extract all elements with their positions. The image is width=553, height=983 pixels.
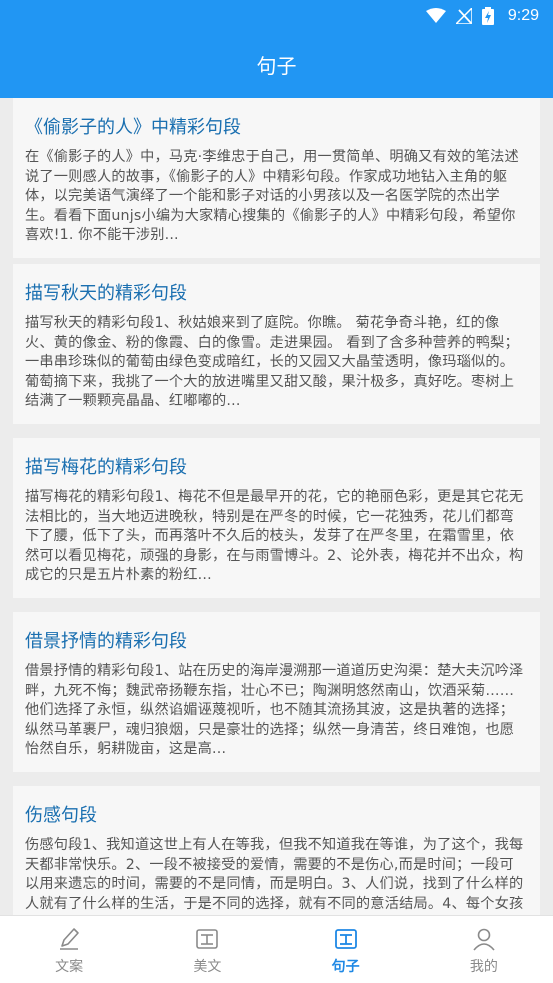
sentence-icon: [333, 926, 359, 956]
card-summary: 描写梅花的精彩句段1、梅花不但是最早开的花，它的艳丽色彩，更是其它花无法相比的，…: [25, 489, 524, 583]
list-item[interactable]: 《偷影子的人》中精彩句段 在《偷影子的人》中，马克·李维忠于自己，用一贯简单、明…: [13, 98, 540, 258]
card-title: 描写秋天的精彩句段: [25, 283, 187, 304]
page-title: 句子: [256, 54, 297, 78]
tab-profile[interactable]: 我的: [415, 916, 553, 983]
card-title: 借景抒情的精彩句段: [25, 631, 187, 652]
pen-icon: [56, 926, 82, 956]
sentence-list[interactable]: 《偷影子的人》中精彩句段 在《偷影子的人》中，马克·李维忠于自己，用一贯简单、明…: [0, 98, 553, 915]
tab-label: 我的: [469, 959, 498, 975]
signal-off-icon: [455, 8, 472, 24]
wifi-icon: [425, 8, 446, 24]
tab-essays[interactable]: 美文: [138, 916, 276, 983]
card-summary: 伤感句段1、我知道这世上有人在等我，但我不知道我在等谁，为了这个，我每天都非常快…: [25, 837, 524, 912]
bottom-tab-bar: 文案 美文 句子 我的: [0, 915, 553, 983]
list-item[interactable]: 描写梅花的精彩句段 描写梅花的精彩句段1、梅花不但是最早开的花，它的艳丽色彩，更…: [13, 438, 540, 598]
list-item[interactable]: 描写秋天的精彩句段 描写秋天的精彩句段1、秋姑娘来到了庭院。你瞧。 菊花争奇斗艳…: [13, 264, 540, 424]
card-title: 描写梅花的精彩句段: [25, 457, 187, 478]
app-bar: 9:29 句子: [0, 0, 553, 98]
status-time: 9:29: [507, 7, 539, 24]
tab-label: 文案: [55, 959, 84, 975]
article-icon: [194, 926, 220, 956]
card-title: 伤感句段: [25, 805, 97, 826]
status-bar: 9:29: [0, 0, 553, 32]
list-item[interactable]: 借景抒情的精彩句段 借景抒情的精彩句段1、站在历史的海岸漫溯那一道道历史沟渠：楚…: [13, 612, 540, 772]
card-summary: 借景抒情的精彩句段1、站在历史的海岸漫溯那一道道历史沟渠：楚大夫沉吟泽畔，九死不…: [25, 663, 524, 757]
card-summary: 描写秋天的精彩句段1、秋姑娘来到了庭院。你瞧。 菊花争奇斗艳，红的像火、黄的像金…: [25, 315, 519, 409]
card-summary: 在《偷影子的人》中，马克·李维忠于自己，用一贯简单、明确又有效的笔法述说了一则感…: [25, 149, 519, 243]
tab-label: 句子: [331, 959, 360, 975]
tab-copywriting[interactable]: 文案: [0, 916, 138, 983]
battery-charging-icon: [481, 7, 494, 25]
list-item[interactable]: 伤感句段 伤感句段1、我知道这世上有人在等我，但我不知道我在等谁，为了这个，我每…: [13, 786, 540, 915]
person-icon: [471, 926, 497, 956]
card-title: 《偷影子的人》中精彩句段: [25, 117, 241, 138]
tab-label: 美文: [193, 959, 222, 975]
tab-sentences[interactable]: 句子: [277, 916, 415, 983]
